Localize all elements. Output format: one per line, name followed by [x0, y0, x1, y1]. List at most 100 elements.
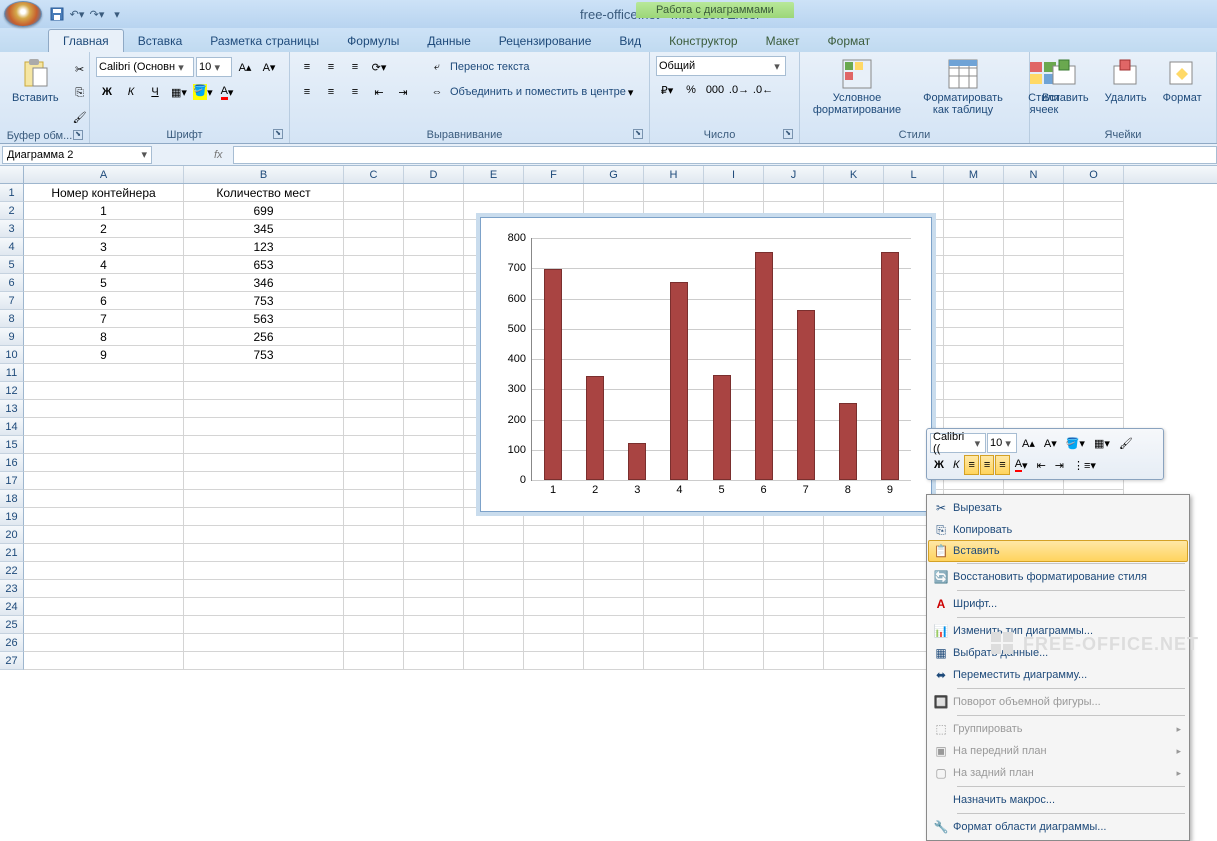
cell[interactable] [1064, 220, 1124, 238]
mini-align-center-icon[interactable]: ≡ [980, 455, 994, 475]
cell[interactable] [464, 634, 524, 652]
column-header[interactable]: L [884, 166, 944, 183]
cell[interactable] [644, 598, 704, 616]
cell[interactable] [644, 634, 704, 652]
cell[interactable] [404, 598, 464, 616]
row-header[interactable]: 9 [0, 328, 24, 346]
mini-bold-button[interactable]: Ж [930, 455, 948, 475]
cell[interactable] [24, 472, 184, 490]
row-header[interactable]: 12 [0, 382, 24, 400]
cell[interactable] [404, 436, 464, 454]
mini-decrease-indent-icon[interactable]: ⇤ [1033, 455, 1050, 475]
cell[interactable] [344, 238, 404, 256]
insert-cells-button[interactable]: Вставить [1036, 56, 1095, 106]
cell[interactable] [344, 400, 404, 418]
cell[interactable] [764, 616, 824, 634]
cell[interactable] [344, 652, 404, 670]
cell[interactable]: 753 [184, 346, 344, 364]
tab-home[interactable]: Главная [48, 29, 124, 52]
cell[interactable] [344, 634, 404, 652]
cell[interactable] [24, 364, 184, 382]
cell[interactable] [524, 616, 584, 634]
cell[interactable] [1064, 202, 1124, 220]
increase-decimal-icon[interactable]: .0→ [728, 79, 750, 101]
row-header[interactable]: 19 [0, 508, 24, 526]
launcher-icon[interactable]: ⬊ [273, 129, 283, 139]
cell[interactable] [1064, 400, 1124, 418]
column-header[interactable]: I [704, 166, 764, 183]
cell[interactable] [824, 562, 884, 580]
cell[interactable] [1004, 256, 1064, 274]
cell[interactable] [644, 184, 704, 202]
cell[interactable] [824, 598, 884, 616]
column-header[interactable]: N [1004, 166, 1064, 183]
cell[interactable] [184, 418, 344, 436]
cell[interactable] [764, 184, 824, 202]
cell[interactable] [404, 526, 464, 544]
cell[interactable] [1004, 202, 1064, 220]
cell[interactable] [584, 544, 644, 562]
cell[interactable] [24, 580, 184, 598]
cell[interactable] [404, 634, 464, 652]
mini-format-painter-icon[interactable]: 🖌 [1115, 433, 1137, 453]
cell[interactable] [1064, 184, 1124, 202]
cell[interactable] [464, 580, 524, 598]
row-header[interactable]: 27 [0, 652, 24, 670]
cell[interactable] [344, 526, 404, 544]
mini-increase-indent-icon[interactable]: ⇥ [1051, 455, 1068, 475]
row-header[interactable]: 8 [0, 310, 24, 328]
cell[interactable] [344, 472, 404, 490]
cell[interactable] [524, 526, 584, 544]
currency-icon[interactable]: ₽▾ [656, 79, 678, 101]
align-center-icon[interactable]: ≡ [320, 81, 342, 103]
cell[interactable] [1064, 274, 1124, 292]
cell[interactable] [184, 436, 344, 454]
cell[interactable] [184, 508, 344, 526]
launcher-icon[interactable]: ⬊ [633, 129, 643, 139]
cell[interactable] [404, 472, 464, 490]
cell[interactable] [584, 634, 644, 652]
cell[interactable] [184, 364, 344, 382]
cell[interactable] [464, 184, 524, 202]
cell[interactable] [464, 526, 524, 544]
cell[interactable] [944, 292, 1004, 310]
font-name-combo[interactable]: Calibri (Основн▾ [96, 57, 194, 77]
tab-formulas[interactable]: Формулы [333, 30, 413, 52]
cell[interactable] [404, 382, 464, 400]
cell[interactable] [344, 346, 404, 364]
cell[interactable] [824, 652, 884, 670]
row-header[interactable]: 15 [0, 436, 24, 454]
cell[interactable] [704, 616, 764, 634]
undo-icon[interactable]: ↶▾ [68, 5, 86, 23]
paste-button[interactable]: Вставить [6, 56, 65, 106]
cell[interactable] [404, 310, 464, 328]
row-header[interactable]: 6 [0, 274, 24, 292]
row-header[interactable]: 24 [0, 598, 24, 616]
cell[interactable] [344, 598, 404, 616]
cell[interactable] [704, 184, 764, 202]
cell[interactable] [524, 544, 584, 562]
cell[interactable] [464, 616, 524, 634]
cell[interactable] [704, 562, 764, 580]
cell[interactable] [184, 454, 344, 472]
cell[interactable] [344, 454, 404, 472]
column-header[interactable]: D [404, 166, 464, 183]
fx-icon[interactable]: fx [154, 149, 233, 161]
cell[interactable]: 3 [24, 238, 184, 256]
cell[interactable]: 1 [24, 202, 184, 220]
cell[interactable] [644, 580, 704, 598]
cell[interactable] [944, 238, 1004, 256]
cell[interactable] [584, 616, 644, 634]
cell[interactable] [1064, 256, 1124, 274]
column-header[interactable]: F [524, 166, 584, 183]
bold-button[interactable]: Ж [96, 81, 118, 103]
cell[interactable] [184, 634, 344, 652]
cell[interactable] [884, 184, 944, 202]
cell[interactable] [524, 184, 584, 202]
cell[interactable] [404, 346, 464, 364]
cell[interactable] [24, 382, 184, 400]
cell[interactable] [1004, 238, 1064, 256]
office-button[interactable] [4, 1, 42, 27]
redo-icon[interactable]: ↷▾ [88, 5, 106, 23]
cell[interactable] [824, 544, 884, 562]
